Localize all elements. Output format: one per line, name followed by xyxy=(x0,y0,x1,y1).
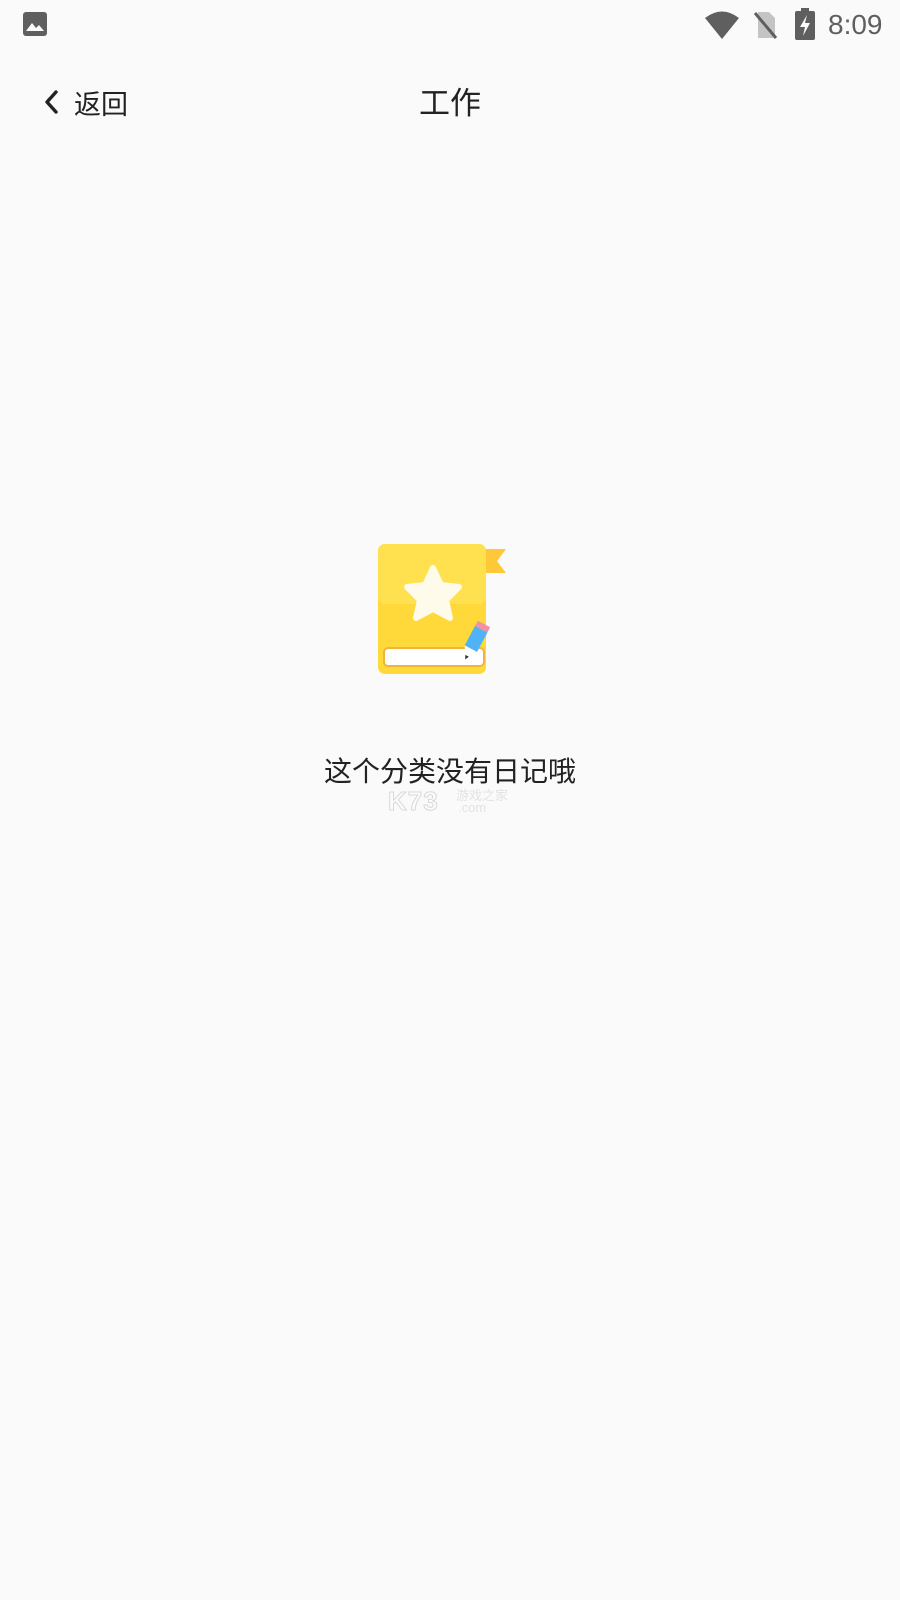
gallery-icon xyxy=(23,12,47,36)
clock: 8:09 xyxy=(828,9,883,40)
empty-state-message: 这个分类没有日记哦 xyxy=(323,755,576,788)
watermark: K73 游戏之家 .com xyxy=(386,786,516,817)
page-title: 工作 xyxy=(419,86,481,122)
no-sim-icon xyxy=(753,12,778,39)
watermark-domain: .com xyxy=(458,800,487,815)
status-bar: 8:09 xyxy=(0,0,900,50)
watermark-logo: K73 xyxy=(388,786,439,817)
diary-book-star-icon xyxy=(378,544,506,674)
battery-charging-icon xyxy=(795,8,815,40)
header: 返回 工作 xyxy=(0,60,900,150)
wifi-icon xyxy=(705,11,739,39)
